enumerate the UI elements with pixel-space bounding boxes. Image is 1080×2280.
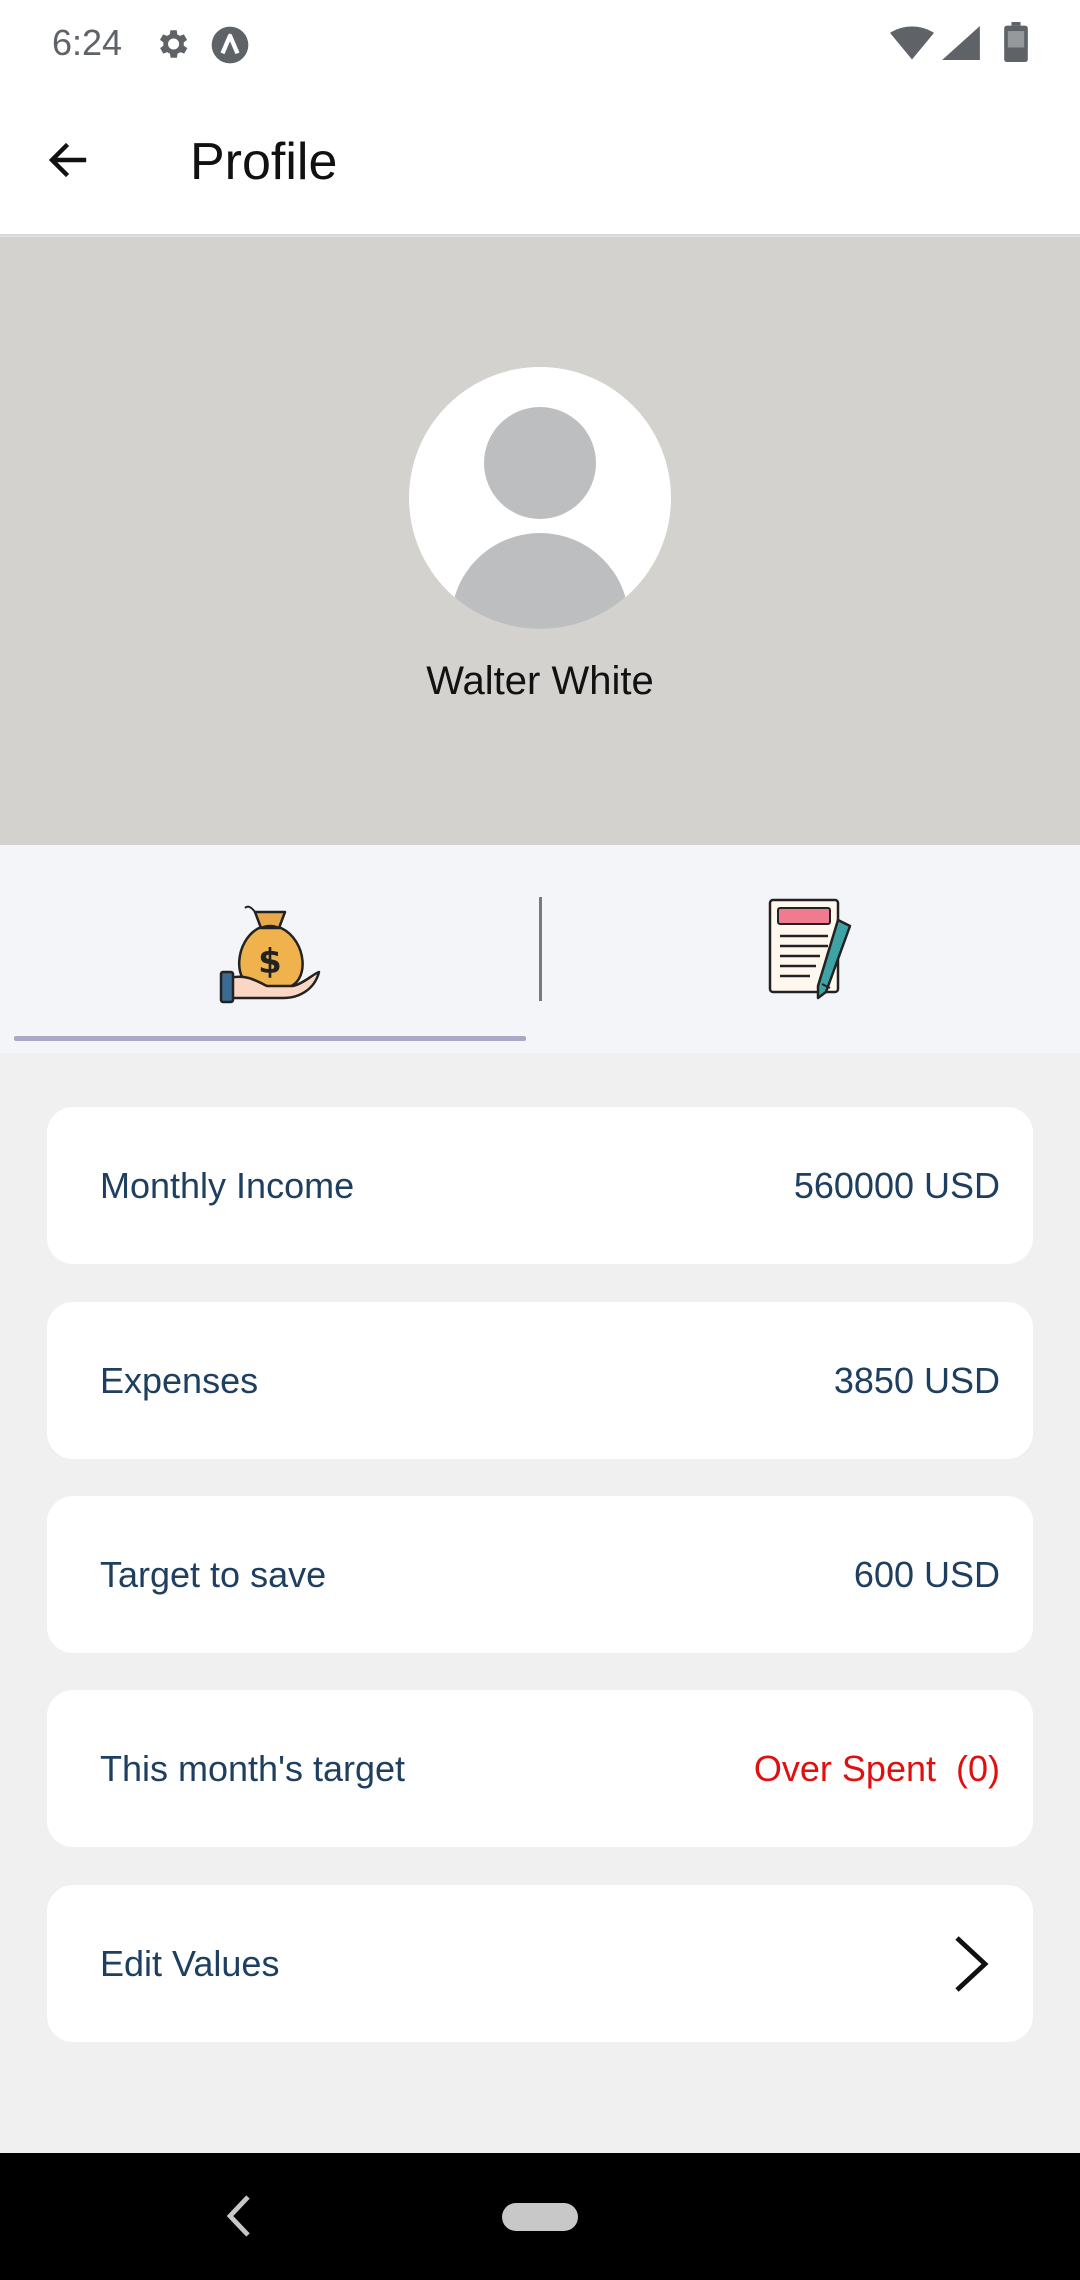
- money-bag-hand-icon: $: [219, 905, 321, 1004]
- chevron-right-icon: [955, 1936, 989, 1992]
- edit-values-button[interactable]: Edit Values: [47, 1885, 1033, 2042]
- status-time: 6:24: [52, 22, 123, 63]
- avatar-body: [451, 533, 629, 629]
- gear-icon: [159, 30, 188, 58]
- target-to-save-value: 600 USD: [853, 1554, 1000, 1595]
- battery-icon: [1004, 22, 1028, 62]
- nav-back-icon[interactable]: [224, 2193, 254, 2239]
- document-pen-icon: [768, 898, 852, 1000]
- monthly-income-value: 560000 USD: [793, 1165, 1000, 1206]
- system-nav-bar: [0, 2153, 1080, 2280]
- svg-text:$: $: [258, 942, 282, 982]
- a-icon: [211, 26, 249, 64]
- status-bar: 6:24: [0, 0, 1080, 90]
- monthly-income-card: Monthly Income 560000 USD: [47, 1107, 1033, 1264]
- tab-notes[interactable]: [554, 845, 1066, 1053]
- page-title: Profile: [190, 133, 338, 191]
- arrow-left-icon: [48, 142, 87, 178]
- app-bar: Profile: [0, 90, 1080, 236]
- avatar[interactable]: [409, 367, 671, 629]
- expenses-value: 3850 USD: [833, 1360, 1000, 1401]
- profile-header: Walter White: [0, 237, 1080, 845]
- expenses-card: Expenses 3850 USD: [47, 1302, 1033, 1459]
- this-month-target-card: This month's target Over Spent (0): [47, 1690, 1033, 1847]
- monthly-income-label: Monthly Income: [100, 1165, 355, 1206]
- tab-divider: [539, 897, 542, 1001]
- this-month-target-label: This month's target: [100, 1748, 405, 1789]
- expenses-label: Expenses: [100, 1360, 259, 1401]
- wifi-icon: [890, 26, 934, 60]
- target-to-save-card: Target to save 600 USD: [47, 1496, 1033, 1653]
- edit-values-label: Edit Values: [100, 1943, 280, 1984]
- this-month-target-value: Over Spent (0): [753, 1748, 1000, 1789]
- avatar-head: [484, 407, 596, 519]
- target-to-save-label: Target to save: [100, 1554, 327, 1595]
- tab-finance[interactable]: $: [14, 845, 526, 1053]
- back-button[interactable]: [34, 126, 102, 194]
- signal-icon: [942, 26, 980, 60]
- nav-home-pill[interactable]: [502, 2203, 578, 2231]
- profile-name: Walter White: [426, 659, 654, 703]
- profile-screen: 6:24 Profile Walter White $ Monthly Inco…: [0, 0, 1080, 2280]
- tab-bar: $: [0, 845, 1080, 1053]
- tab-indicator: [14, 1036, 526, 1041]
